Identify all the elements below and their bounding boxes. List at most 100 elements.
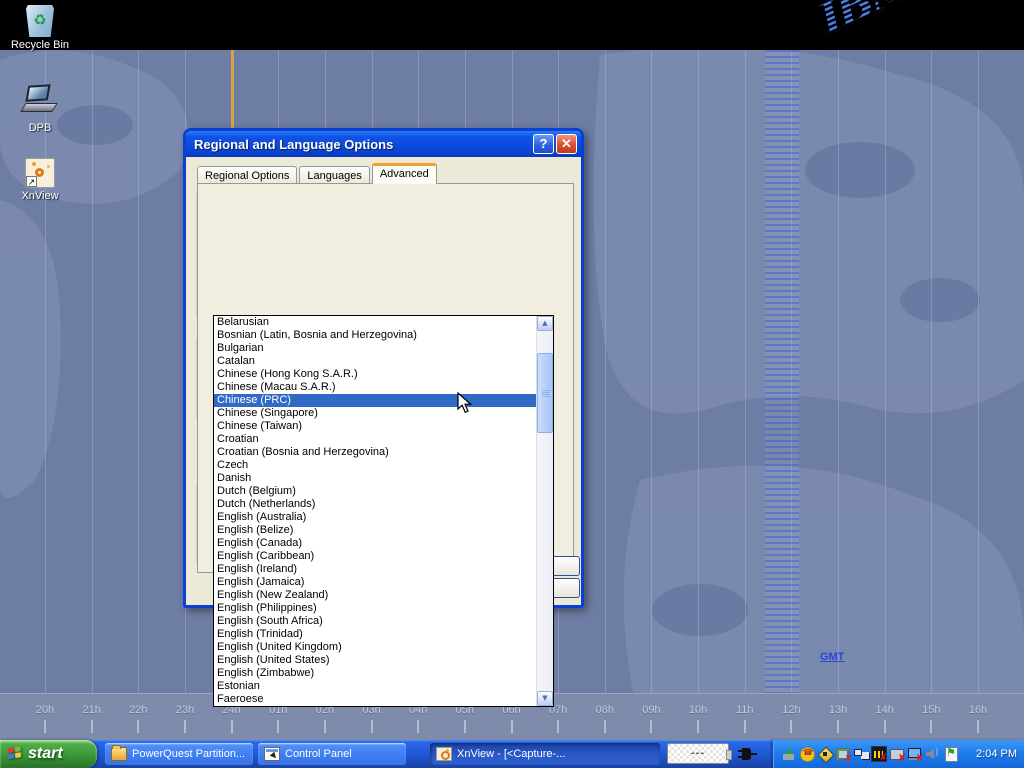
gmt-label: GMT bbox=[820, 651, 844, 663]
safely-remove-icon[interactable] bbox=[781, 746, 797, 762]
shortcut-arrow-icon: ↗ bbox=[26, 176, 37, 187]
close-button[interactable]: ✕ bbox=[556, 134, 577, 154]
scroll-up-icon[interactable]: ▲ bbox=[537, 316, 553, 331]
dialog-titlebar[interactable]: Regional and Language Options ? ✕ bbox=[186, 131, 581, 157]
start-button[interactable]: start bbox=[0, 740, 97, 768]
taskbar-button-powerquest[interactable]: PowerQuest Partition... bbox=[105, 743, 253, 765]
hour-label: 14h bbox=[876, 704, 894, 716]
language-option[interactable]: Catalan bbox=[214, 355, 536, 368]
taskbar-button-control-panel[interactable]: Control Panel bbox=[258, 743, 406, 765]
tab-regional-options[interactable]: Regional Options bbox=[197, 166, 297, 184]
hour-tick bbox=[371, 720, 373, 733]
language-option[interactable]: English (Jamaica) bbox=[214, 576, 536, 589]
timezone-line bbox=[885, 50, 886, 693]
language-option[interactable]: Estonian bbox=[214, 680, 536, 693]
language-option[interactable]: English (United Kingdom) bbox=[214, 641, 536, 654]
scroll-down-icon[interactable]: ▼ bbox=[537, 691, 553, 706]
language-option[interactable]: Chinese (Singapore) bbox=[214, 407, 536, 420]
language-option[interactable]: Czech bbox=[214, 459, 536, 472]
language-flag-icon[interactable] bbox=[943, 746, 959, 762]
language-option[interactable]: Belarusian bbox=[214, 316, 536, 329]
desktop-icon-recycle-bin[interactable]: ♻ Recycle Bin bbox=[8, 5, 72, 51]
hour-tick bbox=[650, 720, 652, 733]
language-option[interactable]: Chinese (Taiwan) bbox=[214, 420, 536, 433]
signal-error-icon[interactable] bbox=[871, 746, 887, 762]
timezone-line bbox=[978, 50, 979, 693]
network-icon[interactable] bbox=[853, 746, 869, 762]
update-error-icon[interactable] bbox=[835, 746, 851, 762]
windows-flag-icon bbox=[8, 746, 24, 762]
desktop-icon-xnview[interactable]: ↗ XnView bbox=[8, 158, 72, 202]
hour-label: 21h bbox=[82, 704, 100, 716]
language-option[interactable]: English (Trinidad) bbox=[214, 628, 536, 641]
language-option[interactable]: English (United States) bbox=[214, 654, 536, 667]
language-option[interactable]: Croatian (Bosnia and Herzegovina) bbox=[214, 446, 536, 459]
hour-label: 15h bbox=[922, 704, 940, 716]
scrollbar-thumb[interactable] bbox=[537, 353, 553, 433]
desktop-icon-dpb[interactable]: DPB bbox=[8, 82, 72, 134]
taskbar: start PowerQuest Partition... Control Pan… bbox=[0, 740, 1024, 768]
hour-tick bbox=[977, 720, 979, 733]
hour-tick bbox=[511, 720, 513, 733]
display-error-icon[interactable] bbox=[907, 746, 923, 762]
language-option[interactable]: Chinese (Macau S.A.R.) bbox=[214, 381, 536, 394]
language-option[interactable]: Chinese (Hong Kong S.A.R.) bbox=[214, 368, 536, 381]
hour-tick bbox=[464, 720, 466, 733]
phone-agent-icon[interactable] bbox=[799, 746, 815, 762]
device-error-icon[interactable] bbox=[889, 746, 905, 762]
hour-tick bbox=[884, 720, 886, 733]
ibm-logo: IBM bbox=[811, 0, 921, 45]
taskbar-button-label: XnView - [<Capture-... bbox=[457, 748, 565, 760]
hour-tick bbox=[44, 720, 46, 733]
hour-tick bbox=[557, 720, 559, 733]
power-plug-icon bbox=[737, 746, 759, 762]
taskbar-button-xnview[interactable]: XnView - [<Capture-... bbox=[430, 743, 660, 765]
start-button-label: start bbox=[28, 745, 63, 763]
language-option[interactable]: Bulgarian bbox=[214, 342, 536, 355]
hour-tick bbox=[277, 720, 279, 733]
language-option[interactable]: Bosnian (Latin, Bosnia and Herzegovina) bbox=[214, 329, 536, 342]
language-option[interactable]: English (South Africa) bbox=[214, 615, 536, 628]
timezone-line bbox=[45, 50, 46, 693]
timezone-line bbox=[838, 50, 839, 693]
language-option[interactable]: English (Australia) bbox=[214, 511, 536, 524]
tab-advanced[interactable]: Advanced bbox=[372, 163, 437, 184]
hour-label: 13h bbox=[829, 704, 847, 716]
language-option[interactable]: Danish bbox=[214, 472, 536, 485]
battery-meter[interactable]: --- bbox=[667, 743, 729, 764]
language-option[interactable]: Croatian bbox=[214, 433, 536, 446]
language-option[interactable]: English (New Zealand) bbox=[214, 589, 536, 602]
volume-icon[interactable] bbox=[925, 746, 941, 762]
language-option[interactable]: Faeroese bbox=[214, 693, 536, 706]
hour-label: 08h bbox=[596, 704, 614, 716]
language-option[interactable]: English (Belize) bbox=[214, 524, 536, 537]
desktop-icon-label: XnView bbox=[8, 190, 72, 202]
hour-tick bbox=[137, 720, 139, 733]
timezone-line bbox=[92, 50, 93, 693]
help-button[interactable]: ? bbox=[533, 134, 554, 154]
hour-label: 16h bbox=[969, 704, 987, 716]
desktop: GMT 20h21h22h23h24h01h02h03h04h05h06h07h… bbox=[0, 0, 1024, 768]
scrollbar[interactable]: ▲ ▼ bbox=[536, 316, 553, 706]
hour-tick bbox=[231, 720, 233, 733]
mail-icon[interactable] bbox=[817, 746, 833, 762]
hour-tick bbox=[417, 720, 419, 733]
language-option[interactable]: English (Zimbabwe) bbox=[214, 667, 536, 680]
hour-label: 23h bbox=[176, 704, 194, 716]
language-option[interactable]: English (Caribbean) bbox=[214, 550, 536, 563]
language-option[interactable]: Chinese (PRC) bbox=[214, 394, 536, 407]
language-option[interactable]: English (Ireland) bbox=[214, 563, 536, 576]
taskbar-clock[interactable]: 2:04 PM bbox=[976, 740, 1017, 768]
language-dropdown-list: BelarusianBosnian (Latin, Bosnia and Her… bbox=[213, 315, 554, 707]
tab-languages[interactable]: Languages bbox=[299, 166, 369, 184]
language-option[interactable]: English (Canada) bbox=[214, 537, 536, 550]
language-option[interactable]: Dutch (Belgium) bbox=[214, 485, 536, 498]
taskbar-button-label: Control Panel bbox=[285, 748, 352, 760]
language-option[interactable]: Dutch (Netherlands) bbox=[214, 498, 536, 511]
control-panel-icon bbox=[264, 747, 280, 761]
gmt-meridian-band bbox=[765, 50, 799, 693]
hour-label: 10h bbox=[689, 704, 707, 716]
taskbar-button-label: PowerQuest Partition... bbox=[132, 748, 245, 760]
language-option[interactable]: English (Philippines) bbox=[214, 602, 536, 615]
hour-tick bbox=[184, 720, 186, 733]
